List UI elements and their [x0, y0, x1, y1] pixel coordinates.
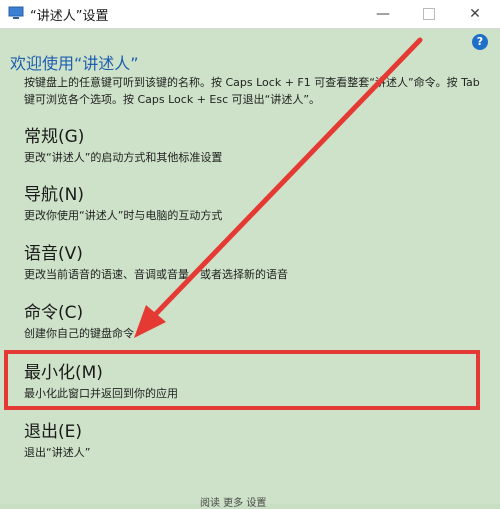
option-navigation-title: 导航(N): [24, 185, 84, 205]
option-voice-desc: 更改当前语音的语速、音调或音量，或者选择新的语音: [24, 268, 288, 281]
window-title: “讲述人”设置: [30, 9, 109, 24]
option-navigation[interactable]: 导航(N) 更改你使用“讲述人”时与电脑的互动方式: [24, 184, 222, 224]
option-navigation-desc: 更改你使用“讲述人”时与电脑的互动方式: [24, 209, 223, 222]
maximize-button[interactable]: [406, 0, 452, 28]
page-title: 欢迎使用“讲述人”: [10, 54, 139, 73]
minimize-button[interactable]: —: [360, 0, 406, 28]
maximize-icon: [423, 8, 435, 20]
close-button[interactable]: ✕: [452, 0, 498, 28]
option-exit-title: 退出(E): [24, 422, 83, 442]
footer-link[interactable]: 阅读 更多 设置: [200, 494, 266, 509]
close-icon: ✕: [469, 6, 481, 22]
minimize-icon: —: [376, 6, 390, 22]
intro-text: 按键盘上的任意键可听到该键的名称。按 Caps Lock + F1 可查看整套“…: [24, 76, 480, 106]
highlight-annotation-box: [4, 350, 480, 410]
option-commands-title: 命令(C): [24, 303, 84, 323]
narrator-app-icon: [8, 6, 24, 19]
help-icon[interactable]: ?: [472, 34, 488, 50]
option-exit[interactable]: 退出(E) 退出“讲述人”: [24, 421, 90, 461]
option-voice[interactable]: 语音(V) 更改当前语音的语速、音调或音量，或者选择新的语音: [24, 243, 288, 283]
option-exit-desc: 退出“讲述人”: [24, 446, 91, 459]
option-general[interactable]: 常规(G) 更改“讲述人”的启动方式和其他标准设置: [24, 126, 222, 166]
title-bar: “讲述人”设置 — ✕: [0, 0, 500, 29]
option-general-title: 常规(G): [24, 127, 85, 147]
option-commands-desc: 创建你自己的键盘命令: [24, 327, 134, 340]
option-general-desc: 更改“讲述人”的启动方式和其他标准设置: [24, 151, 223, 164]
option-commands[interactable]: 命令(C) 创建你自己的键盘命令: [24, 302, 134, 342]
option-voice-title: 语音(V): [24, 244, 83, 264]
